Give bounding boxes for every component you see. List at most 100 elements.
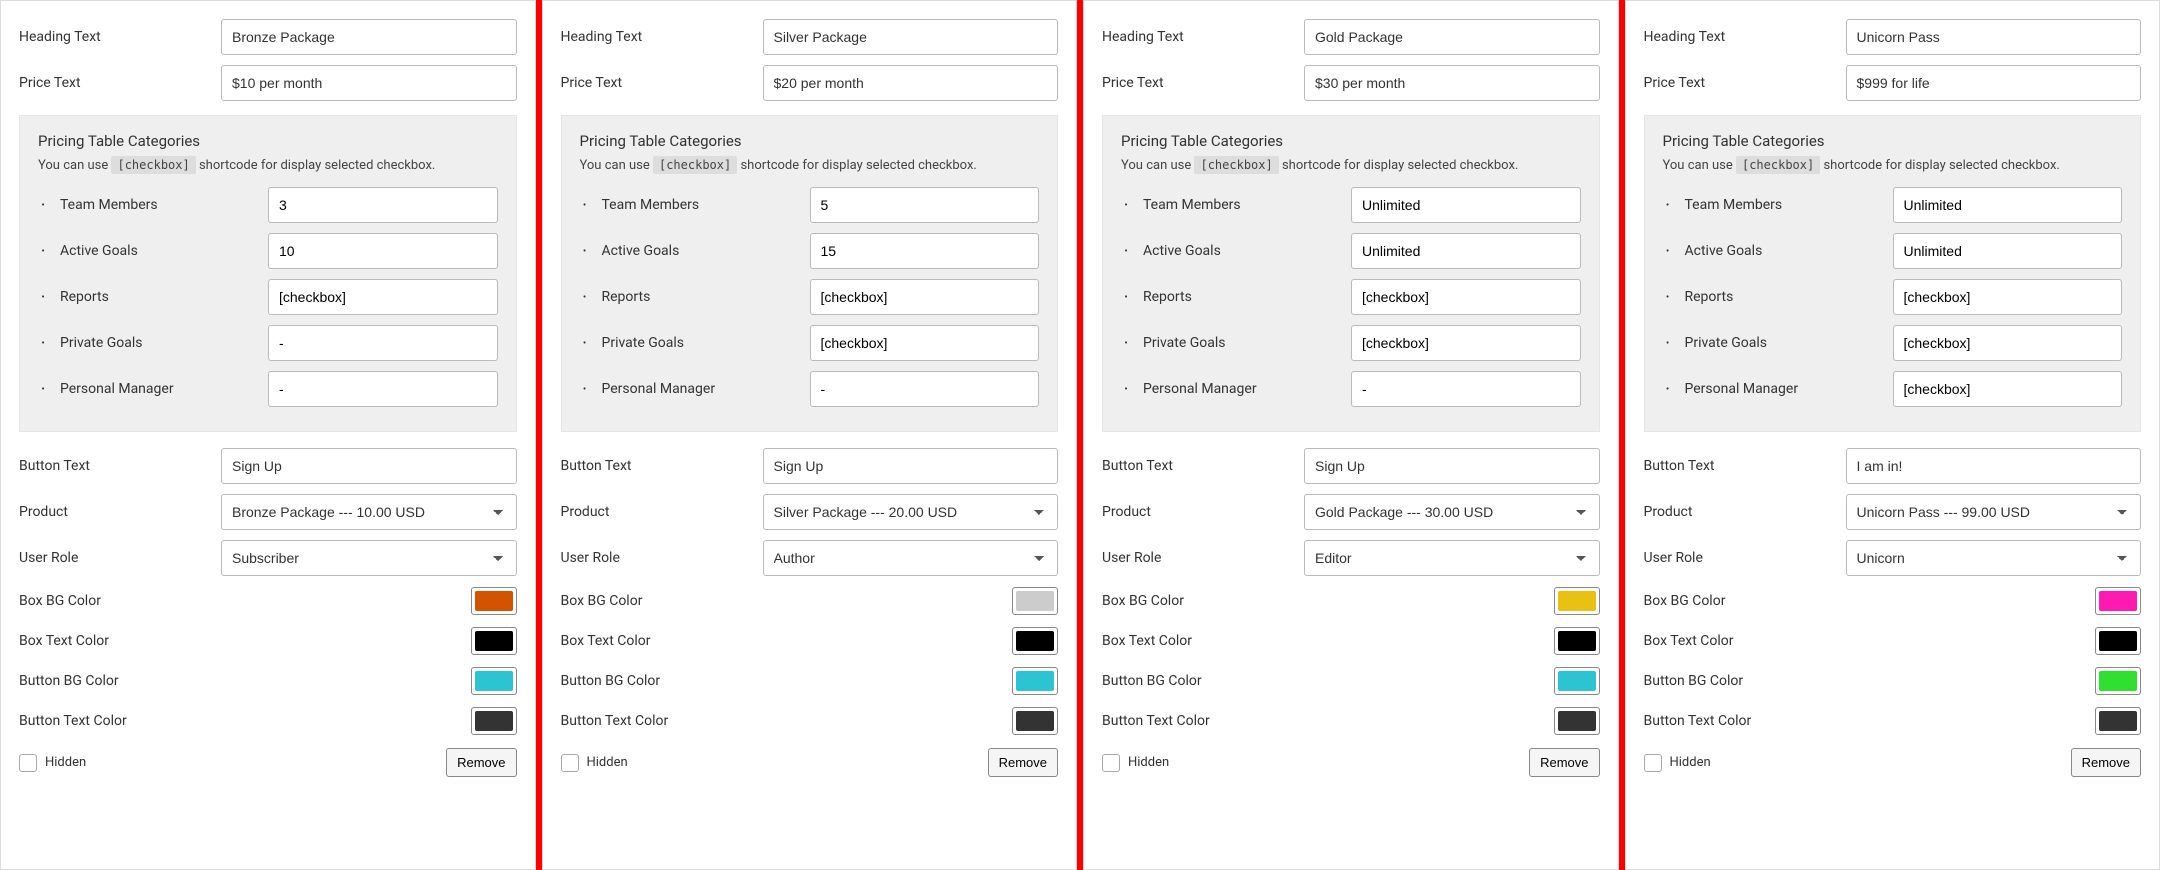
hidden-checkbox-label[interactable]: Hidden xyxy=(1102,754,1169,772)
category-input[interactable] xyxy=(268,233,498,269)
category-input[interactable] xyxy=(1893,371,2123,407)
button-text-color-swatch-ink xyxy=(475,711,513,731)
box-bg-color-swatch[interactable] xyxy=(1012,587,1058,615)
button-text-color-swatch[interactable] xyxy=(471,707,517,735)
heading-text-input[interactable] xyxy=(1304,19,1600,55)
categories-list: •Team Members•Active Goals•Reports•Priva… xyxy=(38,187,498,407)
hidden-checkbox-label[interactable]: Hidden xyxy=(19,754,86,772)
box-text-color-swatch-ink xyxy=(2099,631,2137,651)
remove-button[interactable]: Remove xyxy=(1529,748,1599,777)
category-input[interactable] xyxy=(810,233,1040,269)
product-select[interactable]: Silver Package --- 20.00 USD xyxy=(763,494,1059,530)
category-input[interactable] xyxy=(1351,325,1581,361)
remove-button[interactable]: Remove xyxy=(446,748,516,777)
category-input[interactable] xyxy=(1893,325,2123,361)
heading-text-input[interactable] xyxy=(1846,19,2142,55)
category-row: •Active Goals xyxy=(1121,233,1581,269)
box-text-color-swatch[interactable] xyxy=(1554,627,1600,655)
category-input[interactable] xyxy=(1893,233,2123,269)
categories-sub-prefix: You can use xyxy=(1121,158,1194,173)
price-text-row: Price Text xyxy=(1102,65,1600,101)
box-bg-color-swatch[interactable] xyxy=(1554,587,1600,615)
price-text-input[interactable] xyxy=(763,65,1059,101)
button-text-color-swatch-ink xyxy=(1016,711,1054,731)
product-select[interactable]: Bronze Package --- 10.00 USD xyxy=(221,494,517,530)
button-bg-color-swatch[interactable] xyxy=(1012,667,1058,695)
user-role-select-row: User Role Author xyxy=(561,540,1059,576)
category-input[interactable] xyxy=(810,279,1040,315)
category-input[interactable] xyxy=(268,325,498,361)
category-label: Reports xyxy=(1685,289,1881,305)
button-text-color-swatch[interactable] xyxy=(1554,707,1600,735)
box-text-color-swatch-ink xyxy=(1558,631,1596,651)
heading-text-input[interactable] xyxy=(763,19,1059,55)
button-text-color-label: Button Text Color xyxy=(1102,713,1210,729)
box-text-color-swatch[interactable] xyxy=(1012,627,1058,655)
categories-subtitle: You can use [checkbox] shortcode for dis… xyxy=(1121,158,1581,173)
category-input[interactable] xyxy=(268,371,498,407)
category-input[interactable] xyxy=(1351,187,1581,223)
remove-button[interactable]: Remove xyxy=(2071,748,2141,777)
pricing-column: Heading TextPrice TextPricing Table Cate… xyxy=(1625,0,2160,870)
button-text-input[interactable] xyxy=(1846,448,2142,484)
price-text-input[interactable] xyxy=(221,65,517,101)
button-text-label: Button Text xyxy=(1102,458,1292,474)
button-text-input[interactable] xyxy=(221,448,517,484)
button-text-color-swatch[interactable] xyxy=(2095,707,2141,735)
categories-list: •Team Members•Active Goals•Reports•Priva… xyxy=(1121,187,1581,407)
bullet-icon: • xyxy=(38,200,48,211)
category-input[interactable] xyxy=(268,279,498,315)
product-select[interactable]: Gold Package --- 30.00 USD xyxy=(1304,494,1600,530)
box-bg-color-swatch[interactable] xyxy=(471,587,517,615)
product-select-label: Product xyxy=(19,504,209,520)
category-input[interactable] xyxy=(810,187,1040,223)
user-role-select[interactable]: Author xyxy=(763,540,1059,576)
box-text-color-swatch[interactable] xyxy=(2095,627,2141,655)
hidden-checkbox[interactable] xyxy=(19,754,37,772)
price-text-input[interactable] xyxy=(1304,65,1600,101)
price-text-input[interactable] xyxy=(1846,65,2142,101)
heading-text-input[interactable] xyxy=(221,19,517,55)
button-bg-color-swatch[interactable] xyxy=(471,667,517,695)
category-row: •Reports xyxy=(1121,279,1581,315)
category-input[interactable] xyxy=(1893,279,2123,315)
button-text-color-swatch[interactable] xyxy=(1012,707,1058,735)
hidden-checkbox-label[interactable]: Hidden xyxy=(561,754,628,772)
box-bg-color-swatch[interactable] xyxy=(2095,587,2141,615)
category-input[interactable] xyxy=(1351,279,1581,315)
category-input[interactable] xyxy=(1351,371,1581,407)
category-label: Team Members xyxy=(1685,197,1881,213)
category-input[interactable] xyxy=(1351,233,1581,269)
hidden-checkbox[interactable] xyxy=(1644,754,1662,772)
category-input[interactable] xyxy=(810,371,1040,407)
user-role-select-label: User Role xyxy=(561,550,751,566)
button-text-input[interactable] xyxy=(1304,448,1600,484)
button-bg-color-swatch[interactable] xyxy=(1554,667,1600,695)
remove-button[interactable]: Remove xyxy=(988,748,1058,777)
button-bg-color-swatch-ink xyxy=(1016,671,1054,691)
hidden-checkbox-label[interactable]: Hidden xyxy=(1644,754,1711,772)
box-text-color-label: Box Text Color xyxy=(1644,633,1734,649)
user-role-select[interactable]: Unicorn xyxy=(1846,540,2142,576)
categories-sub-code: [checkbox] xyxy=(111,156,195,174)
bullet-icon: • xyxy=(1121,200,1131,211)
hidden-checkbox[interactable] xyxy=(1102,754,1120,772)
hidden-checkbox[interactable] xyxy=(561,754,579,772)
user-role-select[interactable]: Subscriber xyxy=(221,540,517,576)
product-select-row: ProductUnicorn Pass --- 99.00 USD xyxy=(1644,494,2142,530)
category-input[interactable] xyxy=(268,187,498,223)
box-text-color-swatch[interactable] xyxy=(471,627,517,655)
category-label: Reports xyxy=(1143,289,1339,305)
button-bg-color-swatch[interactable] xyxy=(2095,667,2141,695)
bullet-icon: • xyxy=(580,246,590,257)
user-role-select[interactable]: Editor xyxy=(1304,540,1600,576)
category-input[interactable] xyxy=(1893,187,2123,223)
categories-list: •Team Members•Active Goals•Reports•Priva… xyxy=(580,187,1040,407)
product-select-label: Product xyxy=(561,504,751,520)
product-select[interactable]: Unicorn Pass --- 99.00 USD xyxy=(1846,494,2142,530)
box-text-color-row: Box Text Color xyxy=(561,626,1059,656)
bullet-icon: • xyxy=(1663,338,1673,349)
category-input[interactable] xyxy=(810,325,1040,361)
button-text-input[interactable] xyxy=(763,448,1059,484)
button-text-color-label: Button Text Color xyxy=(1644,713,1752,729)
